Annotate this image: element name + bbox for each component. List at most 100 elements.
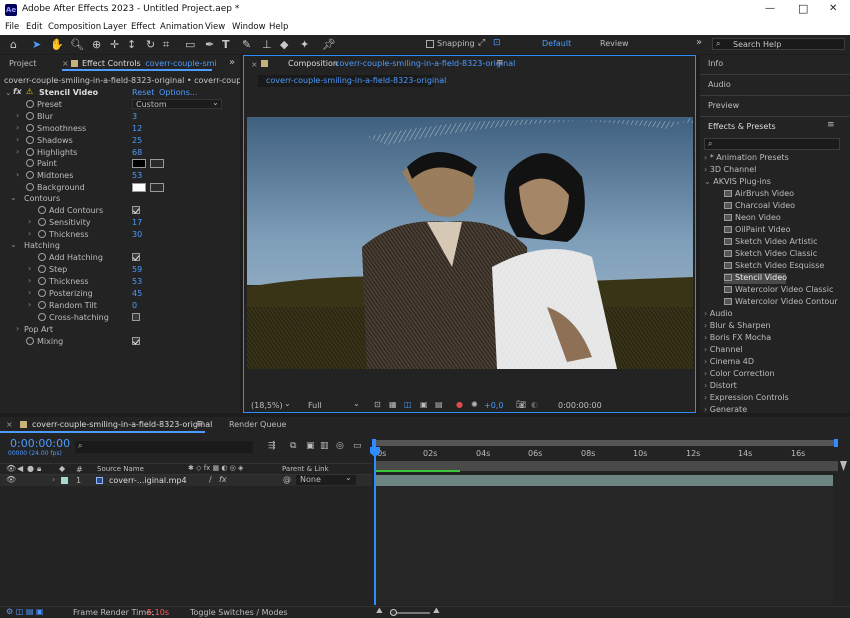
- panel-audio[interactable]: Audio: [708, 80, 731, 89]
- tree-item[interactable]: › Expression Controls: [704, 393, 789, 405]
- work-area-end[interactable]: [834, 439, 838, 447]
- param-value-smoothness[interactable]: 12: [132, 124, 142, 133]
- 3d-view-icon[interactable]: ▣: [420, 400, 428, 409]
- label-color[interactable]: [61, 477, 68, 484]
- expand-chevron[interactable]: ⌄: [10, 193, 17, 202]
- tree-item[interactable]: › Distort: [704, 381, 737, 393]
- add-hatching-checkbox[interactable]: [132, 253, 140, 261]
- effect-item[interactable]: Sketch Video Artistic: [724, 237, 818, 248]
- stopwatch-icon[interactable]: [38, 289, 46, 297]
- zoom-tool-icon[interactable]: 🔍︎: [70, 38, 84, 51]
- exposure-value[interactable]: +0,0: [484, 401, 503, 410]
- time-ruler[interactable]: 00s 02s 04s 06s 08s 10s 12s 14s 16s: [372, 447, 838, 461]
- param-value-sensitivity[interactable]: 17: [132, 218, 142, 227]
- reset-link[interactable]: Reset: [132, 88, 154, 97]
- close-button[interactable]: ✕: [829, 3, 837, 14]
- zoom-slider-handle[interactable]: [390, 609, 397, 616]
- expand-chevron[interactable]: ›: [16, 111, 19, 120]
- panel-more-icon[interactable]: »: [229, 57, 235, 68]
- fx-icon[interactable]: fx: [13, 87, 22, 96]
- tree-item[interactable]: › Blur & Sharpen: [704, 321, 771, 333]
- workspace-more-icon[interactable]: »: [696, 37, 702, 48]
- stopwatch-icon[interactable]: [38, 253, 46, 261]
- effects-search-input[interactable]: ⌕: [704, 138, 840, 150]
- menu-layer[interactable]: Layer: [103, 22, 127, 32]
- param-value-shadows[interactable]: 25: [132, 136, 142, 145]
- tree-item[interactable]: › * Animation Presets: [704, 153, 789, 165]
- composition-tab-name[interactable]: coverr-couple-smiling-in-a-field-8323-or…: [335, 59, 515, 68]
- paint-eyedropper-icon[interactable]: [150, 159, 164, 168]
- group-pop-art[interactable]: Pop Art: [24, 325, 53, 334]
- add-contours-checkbox[interactable]: [132, 206, 140, 214]
- param-value-contour-thickness[interactable]: 30: [132, 230, 142, 239]
- expand-chevron[interactable]: ›: [16, 147, 19, 156]
- playhead[interactable]: [370, 447, 380, 605]
- visibility-icon[interactable]: 👁︎: [6, 475, 16, 484]
- menu-edit[interactable]: Edit: [26, 22, 42, 32]
- param-value-highlights[interactable]: 68: [132, 148, 142, 157]
- snapping-checkbox[interactable]: [426, 40, 434, 48]
- group-contours[interactable]: Contours: [24, 194, 60, 203]
- composition-subtab[interactable]: coverr-couple-smiling-in-a-field-8323-or…: [258, 75, 446, 87]
- col-source-name[interactable]: Source Name: [97, 465, 144, 473]
- stopwatch-icon[interactable]: [38, 206, 46, 214]
- tab-effect-controls[interactable]: Effect Controls coverr-couple-smi: [71, 59, 217, 68]
- close-icon[interactable]: ×: [251, 60, 258, 69]
- group-hatching[interactable]: Hatching: [24, 241, 60, 250]
- stopwatch-icon[interactable]: [38, 313, 46, 321]
- tree-item[interactable]: › Boris FX Mocha: [704, 333, 771, 345]
- timeline-tab-name[interactable]: coverr-couple-smiling-in-a-field-8323-or…: [32, 420, 212, 429]
- panel-menu-icon[interactable]: ≡: [496, 58, 504, 68]
- stopwatch-icon[interactable]: [38, 277, 46, 285]
- pen-tool-icon[interactable]: ✒: [205, 38, 214, 51]
- param-value-blur[interactable]: 3: [132, 112, 137, 121]
- panel-menu-icon[interactable]: ≡: [827, 120, 835, 130]
- layer-duration-bar[interactable]: [375, 475, 833, 486]
- tree-item[interactable]: › Channel: [704, 345, 743, 357]
- menu-file[interactable]: File: [5, 22, 19, 32]
- stopwatch-icon[interactable]: [26, 136, 34, 144]
- stopwatch-icon[interactable]: [26, 183, 34, 191]
- menu-animation[interactable]: Animation: [160, 22, 203, 32]
- tree-item[interactable]: ⌄ AKVIS Plug-ins: [704, 177, 771, 189]
- background-eyedropper-icon[interactable]: [150, 183, 164, 192]
- snap-grid-icon[interactable]: ⊡: [493, 38, 501, 48]
- draft-3d-icon[interactable]: ⧉: [290, 441, 296, 451]
- composition-tab-label[interactable]: Composition: [288, 59, 338, 68]
- stopwatch-icon[interactable]: [26, 159, 34, 167]
- close-icon[interactable]: ×: [62, 59, 69, 68]
- stopwatch-icon[interactable]: [26, 148, 34, 156]
- pickwhip-icon[interactable]: @: [283, 475, 291, 484]
- stopwatch-icon[interactable]: [26, 100, 34, 108]
- expand-chevron[interactable]: ›: [16, 324, 19, 333]
- layer-name[interactable]: coverr-...iginal.mp4: [109, 476, 187, 485]
- zoom-in-icon[interactable]: ⛰: [433, 606, 440, 616]
- options-link[interactable]: Options...: [159, 88, 198, 97]
- mask-visibility-icon[interactable]: ◫: [404, 400, 412, 409]
- expand-chevron[interactable]: ›: [16, 123, 19, 132]
- effect-item[interactable]: AirBrush Video: [724, 189, 794, 200]
- stopwatch-icon[interactable]: [26, 171, 34, 179]
- param-value-posterizing[interactable]: 45: [132, 289, 142, 298]
- home-icon[interactable]: ⌂: [10, 38, 17, 51]
- close-icon[interactable]: ×: [6, 420, 13, 429]
- motion-blur-icon[interactable]: ◎: [336, 441, 344, 451]
- orbit-tool-icon[interactable]: ⊕: [92, 38, 101, 51]
- stopwatch-icon[interactable]: [38, 230, 46, 238]
- tree-item[interactable]: › Generate: [704, 405, 747, 413]
- expand-chevron[interactable]: ›: [28, 217, 31, 226]
- rectangle-tool-icon[interactable]: ▭: [185, 38, 195, 51]
- chevron-down-icon[interactable]: ⌄: [353, 399, 360, 408]
- background-color-swatch[interactable]: [132, 183, 146, 192]
- param-value-hatching-thickness[interactable]: 53: [132, 277, 142, 286]
- stopwatch-icon[interactable]: [38, 218, 46, 226]
- shy-layers-icon[interactable]: ▣: [306, 441, 315, 451]
- viewer-timecode[interactable]: 0:00:00:00: [558, 401, 602, 410]
- paint-color-swatch[interactable]: [132, 159, 146, 168]
- effect-item[interactable]: Sketch Video Esquisse: [724, 261, 824, 272]
- menu-view[interactable]: View: [205, 22, 225, 32]
- tree-item[interactable]: › 3D Channel: [704, 165, 756, 177]
- stamp-tool-icon[interactable]: ⊥: [262, 38, 272, 51]
- param-value-random-tilt[interactable]: 0: [132, 301, 137, 310]
- stopwatch-icon[interactable]: [38, 301, 46, 309]
